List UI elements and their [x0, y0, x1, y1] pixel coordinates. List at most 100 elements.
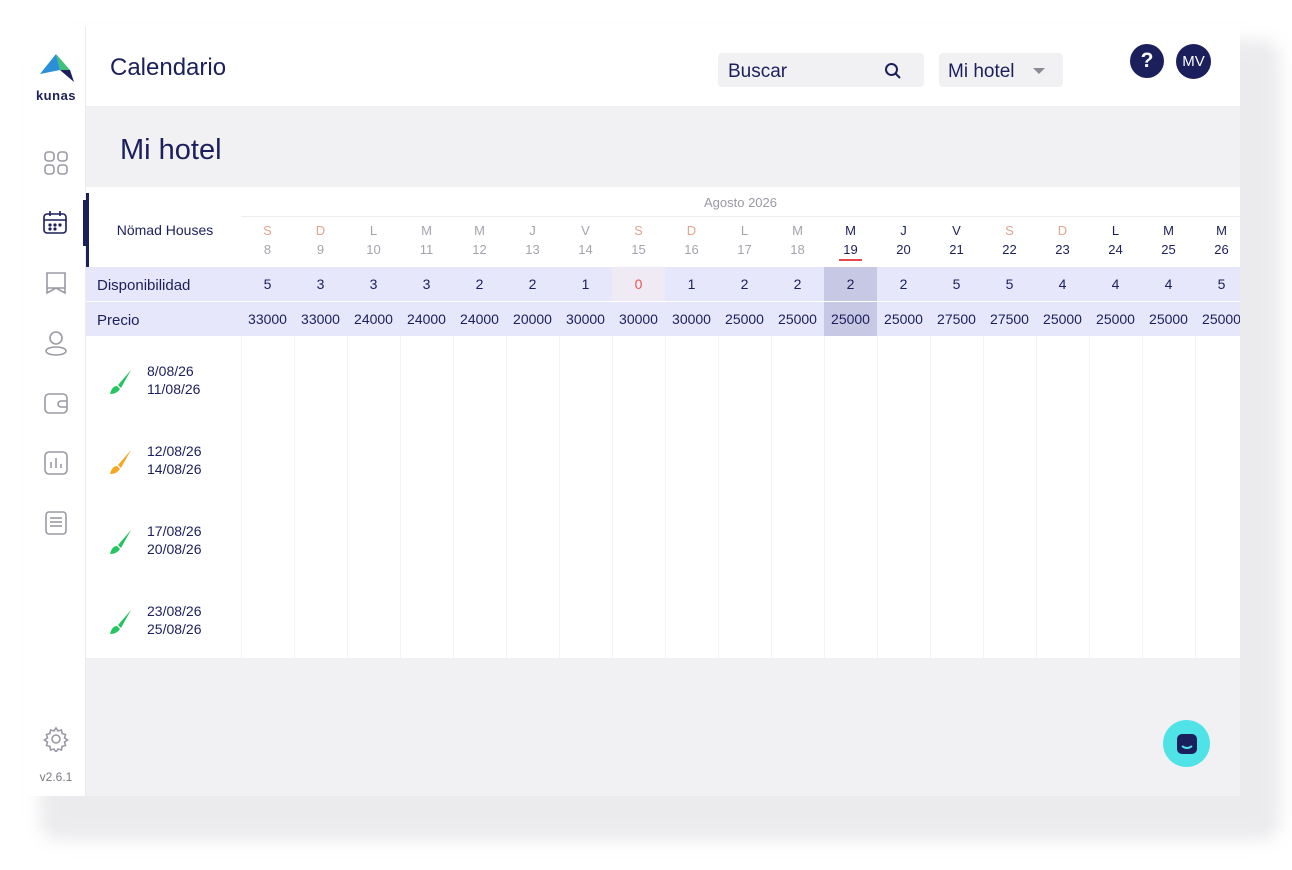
price-cell[interactable]: 30000: [665, 302, 718, 336]
availability-cell[interactable]: 2: [771, 267, 824, 301]
day-number: 9: [316, 242, 325, 257]
settings-button[interactable]: [26, 716, 86, 762]
price-cell[interactable]: 25000: [1142, 302, 1195, 336]
day-header: M 25: [1142, 223, 1195, 257]
availability-cell[interactable]: 0: [612, 267, 665, 301]
day-letter: M: [1163, 223, 1174, 238]
price-cell[interactable]: 25000: [824, 302, 877, 336]
brush-icon: [110, 450, 131, 474]
day-header: L 17: [718, 223, 771, 257]
sidebar-item-calendar[interactable]: [26, 200, 86, 246]
day-number: 17: [737, 242, 752, 257]
booking-dates: 17/08/26 20/08/26: [147, 522, 202, 558]
availability-cell[interactable]: 3: [400, 267, 453, 301]
availability-cell[interactable]: 3: [294, 267, 347, 301]
day-header: S8: [241, 223, 294, 257]
availability-cell[interactable]: 1: [559, 267, 612, 301]
price-cell[interactable]: 20000: [506, 302, 559, 336]
chat-button[interactable]: [1163, 720, 1210, 767]
availability-cell[interactable]: 2: [453, 267, 506, 301]
day-letter: J: [900, 223, 907, 238]
search-icon[interactable]: [884, 62, 902, 80]
booking-item[interactable]: 12/08/26 14/08/26: [108, 442, 238, 486]
price-cell[interactable]: 25000: [1036, 302, 1089, 336]
booking-start-date: 23/08/26: [147, 603, 202, 619]
day-header: J 13: [506, 223, 559, 257]
price-cell[interactable]: 25000: [1195, 302, 1240, 336]
price-cell[interactable]: 24000: [347, 302, 400, 336]
availability-cell[interactable]: 2: [824, 267, 877, 301]
price-cell[interactable]: 25000: [877, 302, 930, 336]
booking-dates: 8/08/26 11/08/26: [147, 362, 200, 398]
booking-item[interactable]: 17/08/26 20/08/26: [108, 522, 238, 566]
day-number: 26: [1214, 242, 1229, 257]
help-button[interactable]: ?: [1130, 44, 1164, 78]
day-number: 11: [419, 242, 434, 257]
booking-grid[interactable]: [241, 336, 1240, 658]
availability-cell[interactable]: 5: [1195, 267, 1240, 301]
availability-cell[interactable]: 2: [506, 267, 559, 301]
availability-cell[interactable]: 2: [718, 267, 771, 301]
hotel-selector[interactable]: Mi hotel: [939, 53, 1063, 87]
day-header: S 15: [612, 223, 665, 257]
top-header: Calendario Buscar Mi hotel ? MV: [86, 26, 1240, 106]
day-letter: V: [581, 223, 590, 238]
price-label: Precio: [97, 312, 140, 329]
day-header: S 22: [983, 223, 1036, 257]
price-cell[interactable]: 25000: [718, 302, 771, 336]
day-letter: M: [845, 223, 856, 238]
price-cell[interactable]: 24000: [453, 302, 506, 336]
user-avatar[interactable]: MV: [1176, 44, 1211, 79]
price-cell[interactable]: 30000: [559, 302, 612, 336]
day-header: V 14: [559, 223, 612, 257]
booking-start-date: 12/08/26: [147, 443, 202, 459]
price-cell[interactable]: 27500: [930, 302, 983, 336]
price-cell[interactable]: 27500: [983, 302, 1036, 336]
booking-item[interactable]: 8/08/26 11/08/26: [108, 362, 238, 406]
sidebar-item-dashboard[interactable]: [26, 140, 86, 186]
price-cell[interactable]: 33000: [241, 302, 294, 336]
booking-end-date: 20/08/26: [147, 541, 202, 557]
booking-item[interactable]: 23/08/26 25/08/26: [108, 602, 238, 646]
availability-cell[interactable]: 4: [1089, 267, 1142, 301]
availability-cell[interactable]: 4: [1036, 267, 1089, 301]
day-number: 13: [525, 242, 540, 257]
price-cell[interactable]: 25000: [1089, 302, 1142, 336]
search-box[interactable]: Buscar: [718, 53, 924, 87]
search-placeholder: Buscar: [728, 61, 788, 82]
day-number: 19: [843, 242, 858, 257]
availability-calendar: Nömad Houses Agosto 2026 S 8 D 9 L 10 M 11 M 12 J 1…: [86, 187, 1240, 658]
day-letter: D: [1057, 223, 1068, 238]
day-header: M 19: [824, 223, 877, 261]
day-letter: S: [634, 223, 643, 238]
brush-icon: [110, 610, 131, 634]
sidebar-item-guests[interactable]: [26, 320, 86, 366]
grid-icon: [44, 151, 68, 175]
app-window: kunas v2.6.1 Calendario Buscar Mi hotel …: [26, 26, 1240, 796]
app-version: v2.6.1: [39, 770, 73, 784]
availability-cell[interactable]: 1: [665, 267, 718, 301]
kunas-logo[interactable]: kunas: [34, 52, 78, 108]
price-cell[interactable]: 30000: [612, 302, 665, 336]
day-letter: L: [1111, 223, 1120, 238]
availability-cell[interactable]: 5: [983, 267, 1036, 301]
sidebar-item-reservations[interactable]: [26, 260, 86, 306]
booking-start-date: 17/08/26: [147, 523, 202, 539]
day-number: 24: [1108, 242, 1123, 257]
price-cell[interactable]: 25000: [771, 302, 824, 336]
sidebar-item-reports[interactable]: [26, 440, 86, 486]
availability-cell[interactable]: 2: [877, 267, 930, 301]
day-header: M 11: [400, 223, 453, 257]
document-icon: [45, 511, 67, 535]
availability-cell[interactable]: 3: [347, 267, 400, 301]
availability-cell[interactable]: 5: [930, 267, 983, 301]
availability-cell[interactable]: 5: [241, 267, 294, 301]
price-cell[interactable]: 33000: [294, 302, 347, 336]
day-header: L 10: [347, 223, 400, 257]
sidebar-item-documents[interactable]: [26, 500, 86, 546]
sidebar-item-payments[interactable]: [26, 380, 86, 426]
booking-dates: 23/08/26 25/08/26: [147, 602, 202, 638]
price-cell[interactable]: 24000: [400, 302, 453, 336]
day-number: 12: [472, 242, 487, 257]
availability-cell[interactable]: 4: [1142, 267, 1195, 301]
